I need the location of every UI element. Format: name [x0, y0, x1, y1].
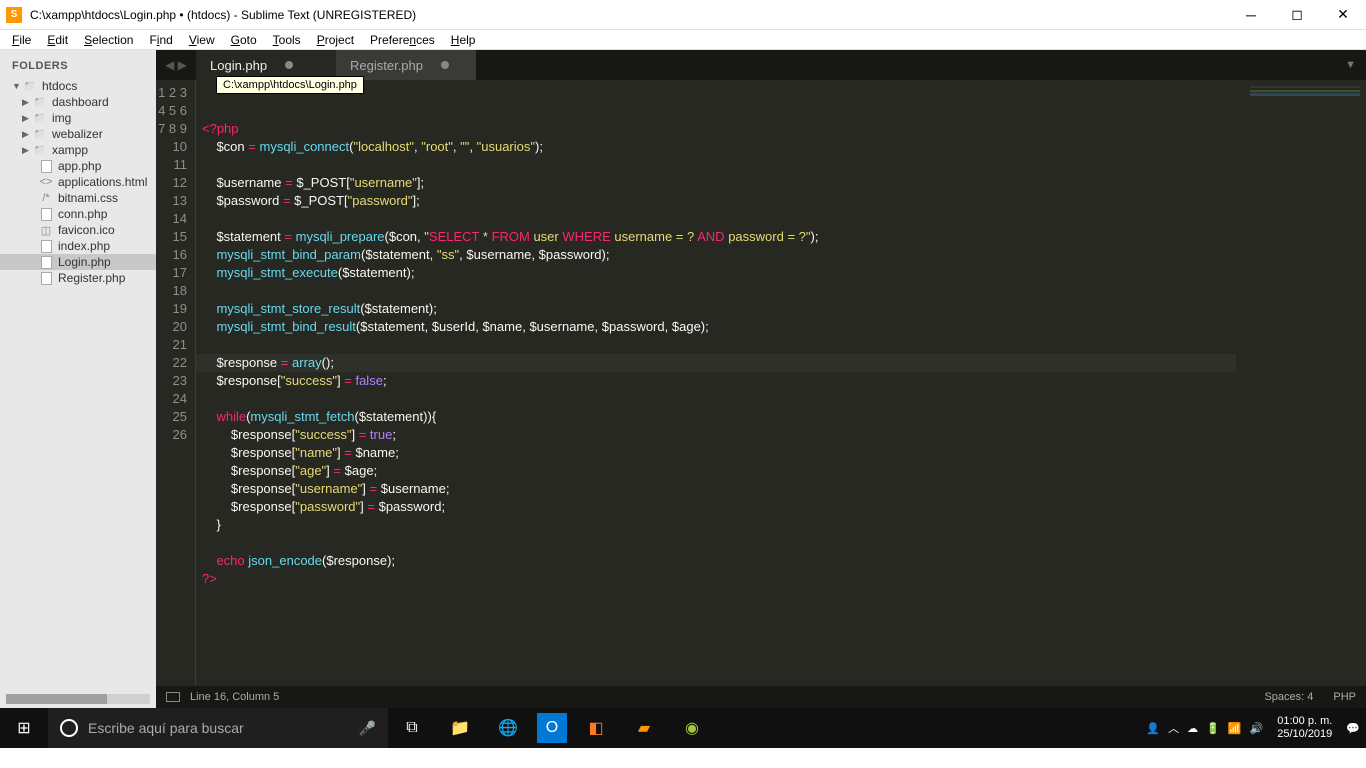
- wifi-icon[interactable]: 📶: [1228, 722, 1242, 735]
- folder-icon: [22, 79, 38, 93]
- menu-find[interactable]: Find: [141, 33, 180, 47]
- indentation-setting[interactable]: Spaces: 4: [1264, 691, 1313, 703]
- taskbar-app-sublime[interactable]: ▰: [620, 708, 668, 748]
- folder-icon: [32, 143, 48, 157]
- folder-icon: [32, 127, 48, 141]
- code-editor[interactable]: 1 2 3 4 5 6 7 8 9 10 11 12 13 14 15 16 1…: [156, 80, 1366, 686]
- task-view-button[interactable]: ⧉: [388, 708, 436, 748]
- tree-file-selected[interactable]: Login.php: [0, 254, 156, 270]
- taskbar-app-explorer[interactable]: 📁: [436, 708, 484, 748]
- folder-icon: [32, 95, 48, 109]
- tree-file[interactable]: <>applications.html: [0, 174, 156, 190]
- tree-folder[interactable]: ▶dashboard: [0, 94, 156, 110]
- notifications-icon[interactable]: 💬: [1346, 722, 1360, 735]
- panel-icon[interactable]: [166, 692, 180, 702]
- battery-icon[interactable]: 🔋: [1206, 722, 1220, 735]
- file-icon: [38, 207, 54, 221]
- minimap[interactable]: [1236, 80, 1366, 686]
- menu-help[interactable]: Help: [443, 33, 484, 47]
- cortana-icon: [60, 719, 78, 737]
- onedrive-icon[interactable]: ☁: [1187, 722, 1198, 735]
- tree-file[interactable]: conn.php: [0, 206, 156, 222]
- tree-file[interactable]: index.php: [0, 238, 156, 254]
- code-content[interactable]: <?php $con = mysqli_connect("localhost",…: [196, 80, 1236, 686]
- cursor-position: Line 16, Column 5: [190, 691, 279, 703]
- mic-icon[interactable]: 🎤: [359, 720, 376, 737]
- clock[interactable]: 01:00 p. m. 25/10/2019: [1271, 715, 1338, 741]
- tab-tooltip: C:\xampp\htdocs\Login.php: [216, 76, 364, 94]
- code-icon: <>: [38, 175, 54, 189]
- taskbar-app-outlook[interactable]: O: [537, 713, 567, 743]
- file-icon: [38, 159, 54, 173]
- tray-expand-icon[interactable]: ︿: [1168, 720, 1179, 736]
- menubar: File Edit Selection Find View Goto Tools…: [0, 30, 1366, 50]
- tab-nav-arrows[interactable]: ◀ ▶: [156, 58, 196, 72]
- volume-icon[interactable]: 🔊: [1250, 722, 1264, 735]
- dirty-indicator-icon: [441, 61, 449, 69]
- tree-root[interactable]: ▼htdocs: [0, 78, 156, 94]
- taskbar-app-android[interactable]: ◉: [668, 708, 716, 748]
- titlebar: S C:\xampp\htdocs\Login.php • (htdocs) -…: [0, 0, 1366, 30]
- file-icon: [38, 255, 54, 269]
- menu-tools[interactable]: Tools: [265, 33, 309, 47]
- taskbar-app-xampp[interactable]: ◧: [572, 708, 620, 748]
- menu-project[interactable]: Project: [309, 33, 362, 47]
- tree-folder[interactable]: ▶xampp: [0, 142, 156, 158]
- close-button[interactable]: ✕: [1320, 0, 1366, 30]
- taskbar-search[interactable]: Escribe aquí para buscar 🎤: [48, 708, 388, 748]
- people-icon[interactable]: 👤: [1146, 722, 1160, 735]
- start-button[interactable]: ⊞: [0, 708, 48, 748]
- menu-selection[interactable]: Selection: [76, 33, 141, 47]
- css-icon: /*: [38, 191, 54, 205]
- window-title: C:\xampp\htdocs\Login.php • (htdocs) - S…: [30, 8, 1228, 22]
- tree-file[interactable]: Register.php: [0, 270, 156, 286]
- menu-preferences[interactable]: Preferences: [362, 33, 443, 47]
- statusbar: Line 16, Column 5 Spaces: 4 PHP: [156, 686, 1366, 708]
- sidebar-scrollbar[interactable]: [6, 694, 150, 704]
- tree-file[interactable]: /*bitnami.css: [0, 190, 156, 206]
- sidebar: FOLDERS ▼htdocs ▶dashboard ▶img ▶webaliz…: [0, 50, 156, 708]
- menu-goto[interactable]: Goto: [223, 33, 265, 47]
- file-icon: [38, 239, 54, 253]
- image-icon: ◫: [38, 223, 54, 237]
- folder-icon: [32, 111, 48, 125]
- tab-menu-button[interactable]: ▼: [1335, 59, 1366, 71]
- minimize-button[interactable]: ─: [1228, 0, 1274, 30]
- tree-file[interactable]: ◫favicon.ico: [0, 222, 156, 238]
- menu-file[interactable]: File: [4, 33, 39, 47]
- taskbar-app-chrome[interactable]: 🌐: [484, 708, 532, 748]
- folders-header: FOLDERS: [0, 56, 156, 78]
- tree-file[interactable]: app.php: [0, 158, 156, 174]
- maximize-button[interactable]: ◻: [1274, 0, 1320, 30]
- menu-edit[interactable]: Edit: [39, 33, 76, 47]
- syntax-setting[interactable]: PHP: [1333, 691, 1356, 703]
- dirty-indicator-icon: [285, 61, 293, 69]
- app-icon: S: [6, 7, 22, 23]
- tree-folder[interactable]: ▶webalizer: [0, 126, 156, 142]
- menu-view[interactable]: View: [181, 33, 223, 47]
- taskbar: ⊞ Escribe aquí para buscar 🎤 ⧉ 📁 🌐 O ◧ ▰…: [0, 708, 1366, 748]
- gutter: 1 2 3 4 5 6 7 8 9 10 11 12 13 14 15 16 1…: [156, 80, 196, 686]
- tree-folder[interactable]: ▶img: [0, 110, 156, 126]
- file-icon: [38, 271, 54, 285]
